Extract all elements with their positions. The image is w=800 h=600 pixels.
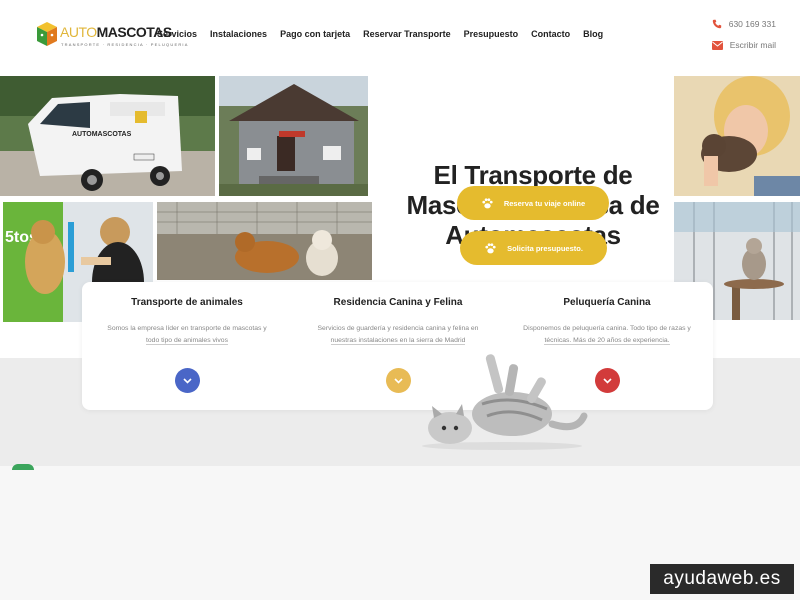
- paw-icon: [485, 242, 496, 253]
- nav-item-instalaciones[interactable]: Instalaciones: [210, 29, 267, 39]
- request-quote-button[interactable]: Solicita presupuesto.: [460, 231, 607, 265]
- service-description: Somos la empresa líder en transporte de …: [96, 323, 278, 347]
- site-header: AUTOMASCOTAS TRANSPORTE · RESIDENCIA · P…: [0, 0, 800, 76]
- email-label: Escribir mail: [729, 40, 776, 50]
- photo-dogs: [157, 202, 372, 280]
- logo-cube-icon: [37, 22, 57, 46]
- nav-item-reservar-transporte[interactable]: Reservar Transporte: [363, 29, 451, 39]
- expand-button[interactable]: [386, 368, 411, 393]
- phone-number: 630 169 331: [728, 19, 776, 29]
- photo-woman-cat: [674, 76, 800, 196]
- watermark: ayudaweb.es: [650, 564, 794, 594]
- service-card-transporte: Transporte de animales Somos la empresa …: [82, 282, 292, 410]
- phone-link[interactable]: 630 169 331: [712, 17, 776, 31]
- nav-item-servicios[interactable]: Servicios: [157, 29, 197, 39]
- service-text-line: todo tipo de animales vivos: [146, 337, 228, 345]
- request-quote-label: Solicita presupuesto.: [507, 243, 583, 253]
- svg-text:AUTOMASCOTAS: AUTOMASCOTAS: [72, 131, 132, 138]
- service-title: Residencia Canina y Felina: [333, 297, 463, 308]
- chat-widget-button[interactable]: [12, 464, 34, 470]
- book-trip-label: Reserva tu viaje online: [503, 198, 586, 208]
- photo-house: [219, 76, 368, 196]
- email-link[interactable]: Escribir mail: [711, 38, 776, 52]
- service-text-line: Servicios de guardería y residencia cani…: [317, 325, 479, 332]
- nav-item-blog[interactable]: Blog: [583, 29, 603, 39]
- main-nav: Servicios Instalaciones Pago con tarjeta…: [157, 29, 603, 39]
- service-title: Transporte de animales: [131, 297, 243, 308]
- header-contact: 630 169 331 Escribir mail: [711, 17, 776, 59]
- site-logo[interactable]: AUTOMASCOTAS TRANSPORTE · RESIDENCIA · P…: [36, 20, 187, 52]
- nav-item-pago-con-tarjeta[interactable]: Pago con tarjeta: [280, 29, 350, 39]
- kitten-image: [422, 354, 588, 450]
- services-panel: Transporte de animales Somos la empresa …: [82, 282, 713, 410]
- book-trip-button[interactable]: Reserva tu viaje online: [457, 186, 609, 220]
- logo-tagline: TRANSPORTE · RESIDENCIA · PELUQUERIA: [61, 42, 189, 47]
- service-title: Peluquería Canina: [563, 297, 651, 308]
- envelope-icon: [711, 40, 723, 50]
- chevron-down-icon: [603, 377, 612, 384]
- expand-button[interactable]: [595, 368, 620, 393]
- service-text-line: Disponemos de peluquería canina. Todo ti…: [523, 325, 691, 332]
- phone-icon: [712, 19, 721, 29]
- service-text-line: Somos la empresa líder en transporte de …: [107, 325, 267, 332]
- expand-button[interactable]: [175, 368, 200, 393]
- nav-item-contacto[interactable]: Contacto: [531, 29, 570, 39]
- nav-item-presupuesto[interactable]: Presupuesto: [464, 29, 519, 39]
- photo-van: AUTOMASCOTAS: [0, 76, 215, 196]
- chevron-down-icon: [394, 377, 403, 384]
- logo-auto-text: AUTO: [60, 24, 97, 40]
- paw-icon: [482, 197, 493, 208]
- chevron-down-icon: [183, 377, 192, 384]
